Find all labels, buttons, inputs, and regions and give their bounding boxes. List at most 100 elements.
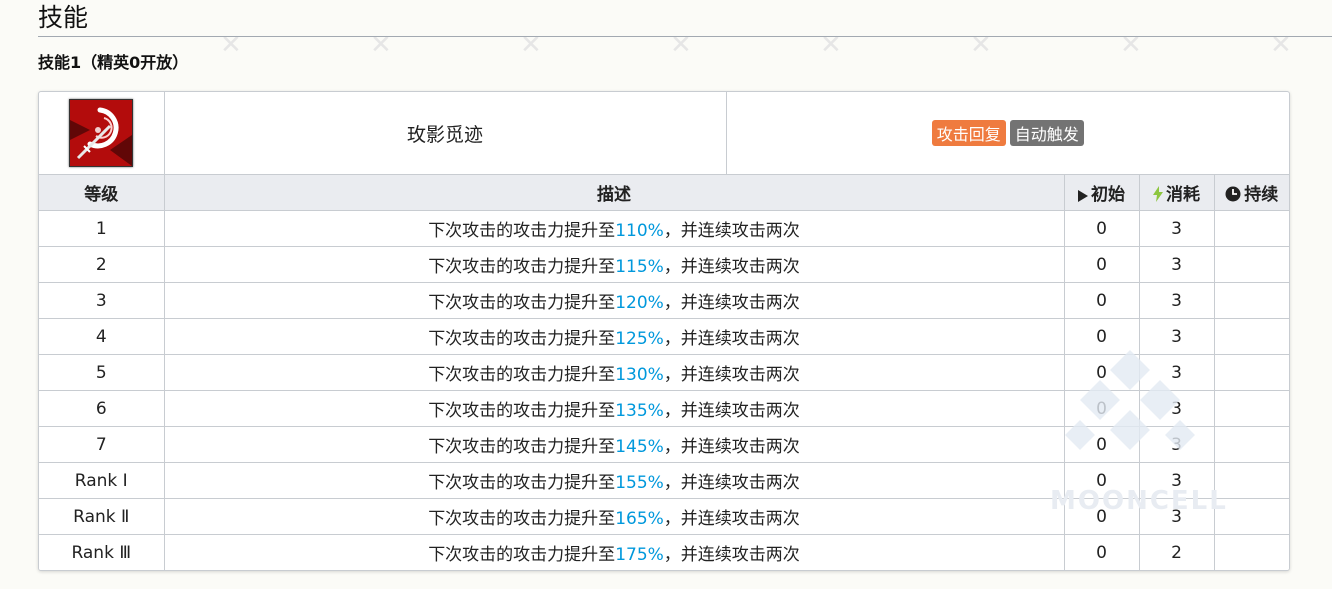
table-row: Rank Ⅱ 下次攻击的攻击力提升至165%，并连续攻击两次 0 3 (39, 498, 1289, 535)
description-cell: 下次攻击的攻击力提升至135%，并连续攻击两次 (163, 390, 1065, 427)
desc-suffix: ，并连续攻击两次 (663, 437, 800, 457)
desc-suffix: ，并连续攻击两次 (663, 473, 800, 493)
description-cell: 下次攻击的攻击力提升至145%，并连续攻击两次 (163, 426, 1065, 463)
cost-cell: 3 (1138, 246, 1215, 283)
desc-value: 175% (615, 545, 664, 565)
cost-cell: 3 (1138, 462, 1215, 499)
table-row: 3 下次攻击的攻击力提升至120%，并连续攻击两次 0 3 (39, 282, 1289, 319)
desc-suffix: ，并连续攻击两次 (663, 401, 800, 421)
table-row: 2 下次攻击的攻击力提升至115%，并连续攻击两次 0 3 (39, 246, 1289, 283)
level-cell: 4 (39, 318, 165, 355)
desc-suffix: ，并连续攻击两次 (663, 365, 800, 385)
skill-table: 玫影觅迹 攻击回复 自动触发 等级 描述 初始 消耗 持续 1 下次攻击的攻击力提升… (38, 91, 1290, 571)
cost-cell: 3 (1138, 318, 1215, 355)
desc-value: 130% (615, 365, 664, 385)
table-row: 7 下次攻击的攻击力提升至145%，并连续攻击两次 0 3 (39, 426, 1289, 463)
skill-icon-graphic (70, 100, 133, 166)
description-cell: 下次攻击的攻击力提升至125%，并连续攻击两次 (163, 318, 1065, 355)
desc-value: 155% (615, 473, 664, 493)
duration-cell (1213, 498, 1289, 535)
header-cost-label: 消耗 (1166, 185, 1200, 205)
skill-tags: 攻击回复 自动触发 (725, 92, 1289, 175)
desc-value: 110% (615, 221, 664, 241)
desc-prefix: 下次攻击的攻击力提升至 (428, 257, 616, 277)
section-header: 技能 (38, 0, 1332, 37)
duration-cell (1213, 354, 1289, 391)
header-level: 等级 (39, 174, 165, 211)
level-cell: Rank Ⅲ (39, 534, 165, 570)
table-row: Rank Ⅰ 下次攻击的攻击力提升至155%，并连续攻击两次 0 3 (39, 462, 1289, 499)
initial-cell: 0 (1063, 282, 1140, 319)
description-cell: 下次攻击的攻击力提升至130%，并连续攻击两次 (163, 354, 1065, 391)
desc-prefix: 下次攻击的攻击力提升至 (428, 545, 616, 565)
header-description: 描述 (163, 174, 1065, 211)
header-duration: 持续 (1213, 174, 1289, 211)
cost-cell: 3 (1138, 282, 1215, 319)
cost-cell: 2 (1138, 534, 1215, 570)
desc-suffix: ，并连续攻击两次 (663, 545, 800, 565)
level-cell: 3 (39, 282, 165, 319)
table-row: 1 下次攻击的攻击力提升至110%，并连续攻击两次 0 3 (39, 210, 1289, 247)
initial-cell: 0 (1063, 426, 1140, 463)
skill-name: 玫影觅迹 (163, 92, 727, 175)
desc-prefix: 下次攻击的攻击力提升至 (428, 401, 616, 421)
desc-prefix: 下次攻击的攻击力提升至 (428, 221, 616, 241)
duration-cell (1213, 462, 1289, 499)
level-cell: 6 (39, 390, 165, 427)
initial-cell: 0 (1063, 246, 1140, 283)
duration-cell (1213, 210, 1289, 247)
desc-prefix: 下次攻击的攻击力提升至 (428, 473, 616, 493)
desc-prefix: 下次攻击的攻击力提升至 (428, 329, 616, 349)
header-duration-label: 持续 (1244, 185, 1279, 205)
level-cell: 1 (39, 210, 165, 247)
tag-attack-recovery: 攻击回复 (931, 120, 1006, 146)
cost-cell: 3 (1138, 390, 1215, 427)
duration-cell (1213, 246, 1289, 283)
description-cell: 下次攻击的攻击力提升至115%，并连续攻击两次 (163, 246, 1065, 283)
initial-cell: 0 (1063, 318, 1140, 355)
skill-icon (69, 99, 134, 167)
table-row: 6 下次攻击的攻击力提升至135%，并连续攻击两次 0 3 (39, 390, 1289, 427)
header-cost: 消耗 (1138, 174, 1215, 211)
header-initial: 初始 (1063, 174, 1140, 211)
lightning-icon (1153, 186, 1163, 202)
description-cell: 下次攻击的攻击力提升至110%，并连续攻击两次 (163, 210, 1065, 247)
desc-suffix: ，并连续攻击两次 (663, 509, 800, 529)
desc-value: 120% (615, 293, 664, 313)
desc-value: 165% (615, 509, 664, 529)
duration-cell (1213, 390, 1289, 427)
desc-value: 135% (615, 401, 664, 421)
desc-suffix: ，并连续攻击两次 (663, 257, 800, 277)
desc-prefix: 下次攻击的攻击力提升至 (428, 509, 616, 529)
table-row: Rank Ⅲ 下次攻击的攻击力提升至175%，并连续攻击两次 0 2 (39, 534, 1289, 570)
description-cell: 下次攻击的攻击力提升至175%，并连续攻击两次 (163, 534, 1065, 570)
play-icon (1078, 190, 1088, 202)
cost-cell: 3 (1138, 210, 1215, 247)
initial-cell: 0 (1063, 534, 1140, 570)
duration-cell (1213, 534, 1289, 570)
level-cell: 5 (39, 354, 165, 391)
desc-suffix: ，并连续攻击两次 (663, 329, 800, 349)
desc-suffix: ，并连续攻击两次 (663, 221, 800, 241)
duration-cell (1213, 318, 1289, 355)
table-row: 5 下次攻击的攻击力提升至130%，并连续攻击两次 0 3 (39, 354, 1289, 391)
description-cell: 下次攻击的攻击力提升至120%，并连续攻击两次 (163, 282, 1065, 319)
cost-cell: 3 (1138, 354, 1215, 391)
skill-subtitle: 技能1（精英0开放） (38, 53, 189, 72)
desc-prefix: 下次攻击的攻击力提升至 (428, 365, 616, 385)
cost-cell: 3 (1138, 498, 1215, 535)
cost-cell: 3 (1138, 426, 1215, 463)
initial-cell: 0 (1063, 390, 1140, 427)
duration-cell (1213, 426, 1289, 463)
initial-cell: 0 (1063, 462, 1140, 499)
duration-cell (1213, 282, 1289, 319)
desc-value: 115% (615, 257, 664, 277)
level-cell: 7 (39, 426, 165, 463)
level-cell: Rank Ⅰ (39, 462, 165, 499)
header-initial-label: 初始 (1091, 185, 1125, 205)
section-title: 技能 (38, 0, 1332, 37)
desc-value: 125% (615, 329, 664, 349)
description-cell: 下次攻击的攻击力提升至165%，并连续攻击两次 (163, 498, 1065, 535)
table-row: 4 下次攻击的攻击力提升至125%，并连续攻击两次 0 3 (39, 318, 1289, 355)
clock-icon (1225, 186, 1241, 202)
